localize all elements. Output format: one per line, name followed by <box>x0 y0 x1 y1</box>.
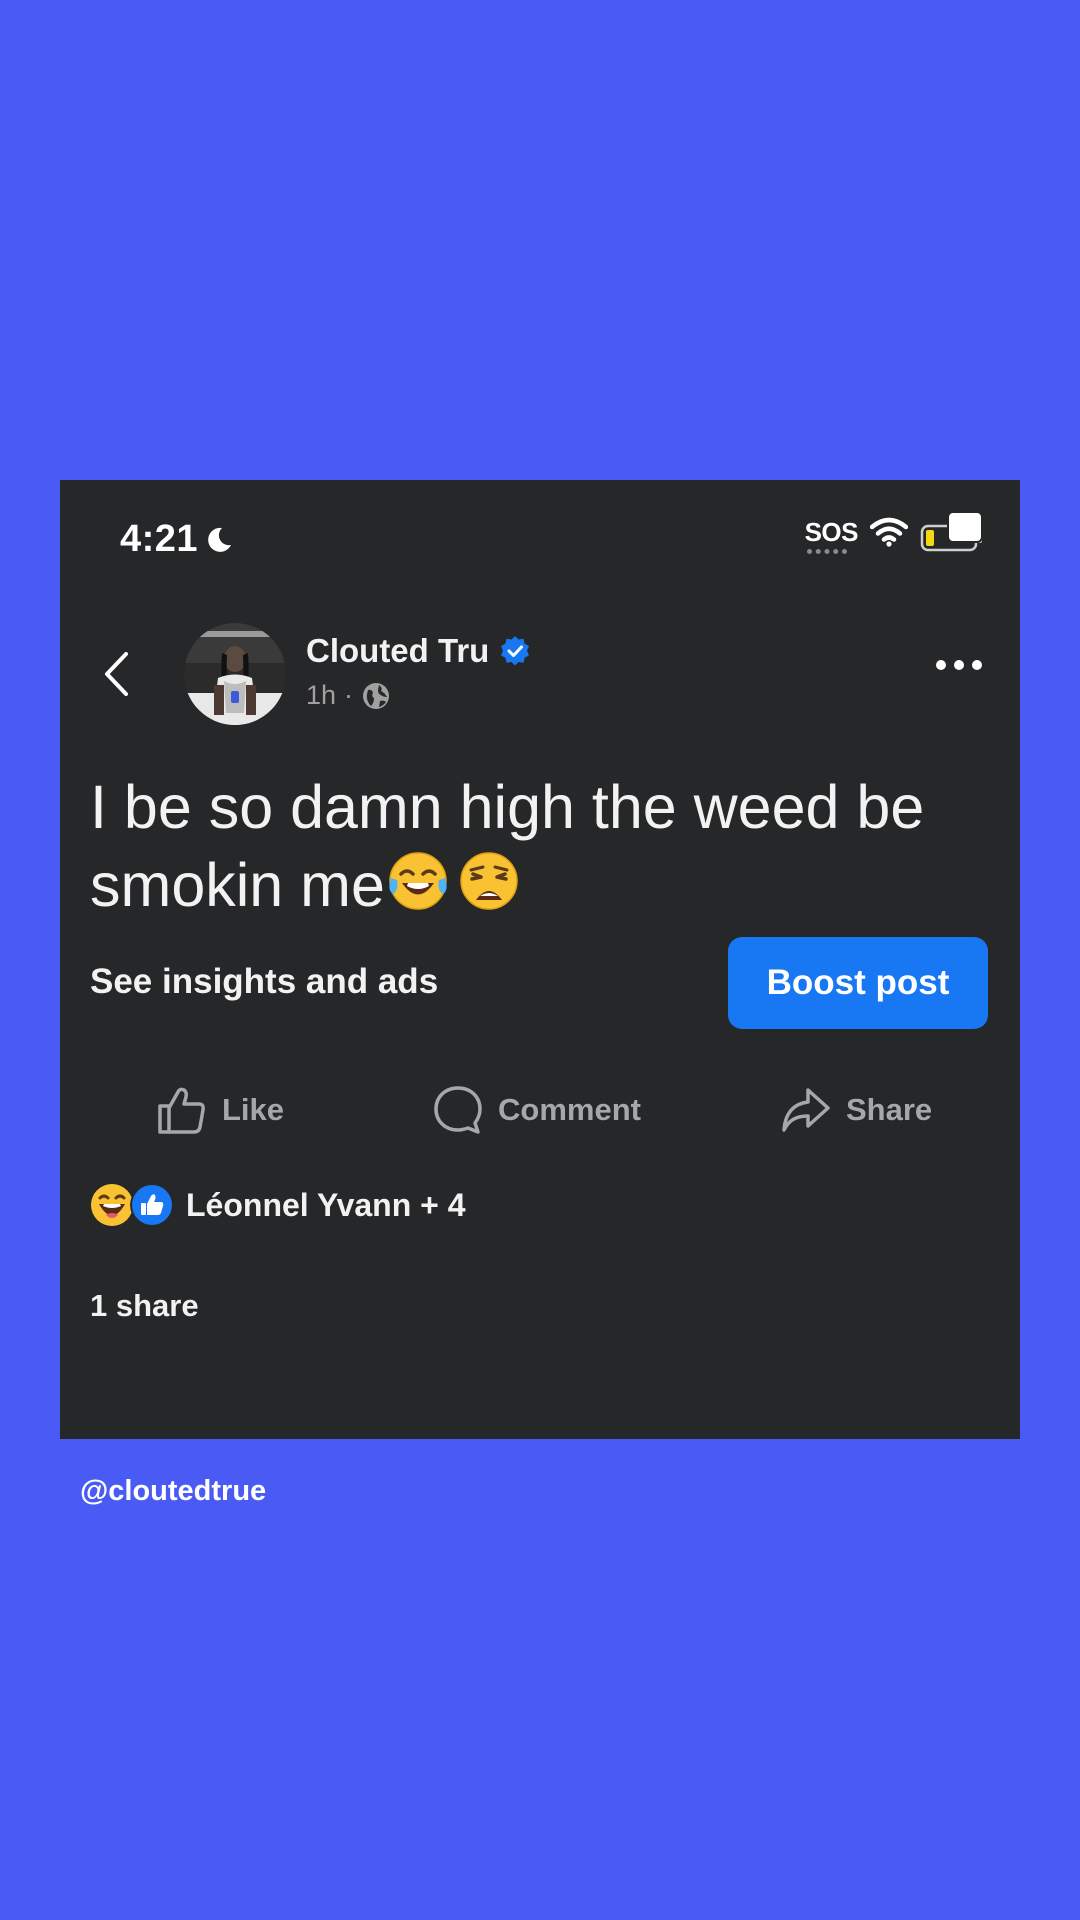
post-time: 1h <box>306 680 337 710</box>
reaction-names: Léonnel Yvann + 4 <box>186 1186 466 1223</box>
more-options-button[interactable] <box>936 660 982 670</box>
comment-bubble-icon <box>434 1086 482 1134</box>
wifi-icon <box>870 517 908 547</box>
time-label: 4:21 <box>120 518 199 560</box>
see-insights-link[interactable]: See insights and ads <box>90 962 438 1002</box>
signal-dots <box>806 549 847 560</box>
post-meta: 1h · <box>306 680 391 711</box>
globe-icon <box>363 682 390 709</box>
laughing-reaction-icon <box>91 1184 133 1226</box>
comment-label: Comment <box>498 1092 641 1127</box>
reactions-summary[interactable]: Léonnel Yvann + 4 <box>90 1181 466 1229</box>
moon-icon <box>208 527 232 552</box>
like-reaction-icon <box>130 1183 174 1227</box>
boost-post-button[interactable]: Boost post <box>728 937 988 1029</box>
verified-badge-icon <box>501 636 530 666</box>
dot-icon <box>936 660 946 670</box>
author-name-text: Clouted Tru <box>306 632 490 669</box>
action-bar: Like Comment Share <box>60 1070 1020 1150</box>
like-label: Like <box>222 1092 285 1127</box>
comment-button[interactable]: Comment <box>432 1070 641 1150</box>
thumbs-up-icon <box>158 1087 205 1134</box>
status-bar-time: 4:21 <box>120 518 234 561</box>
avatar-image <box>184 623 286 725</box>
tears-of-joy-emoji-icon <box>389 852 447 910</box>
author-name[interactable]: Clouted Tru <box>306 632 531 670</box>
share-arrow-icon <box>782 1088 830 1132</box>
back-arrow-icon[interactable] <box>102 650 130 698</box>
post-text: I be so damn high the weed be smokin me <box>90 768 990 924</box>
weary-face-emoji-icon <box>460 852 518 910</box>
status-bar-right: SOS <box>805 510 990 554</box>
meta-separator: · <box>344 680 354 710</box>
battery-icon <box>920 511 983 552</box>
post-header: Clouted Tru 1h · <box>60 620 1020 730</box>
shares-count[interactable]: 1 share <box>90 1288 199 1324</box>
avatar[interactable] <box>184 623 286 725</box>
share-button[interactable]: Share <box>780 1070 932 1150</box>
watermark-handle: @cloutedtrue <box>80 1475 267 1507</box>
dot-icon <box>954 660 964 670</box>
share-label: Share <box>846 1092 933 1127</box>
carrier-label: SOS <box>804 517 859 547</box>
like-button[interactable]: Like <box>156 1070 284 1150</box>
post-card: 4:21 SOS Clouted Tru 1h · I be so damn h… <box>60 480 1020 1439</box>
sos-indicator: SOS <box>804 517 859 554</box>
dot-icon <box>972 660 982 670</box>
